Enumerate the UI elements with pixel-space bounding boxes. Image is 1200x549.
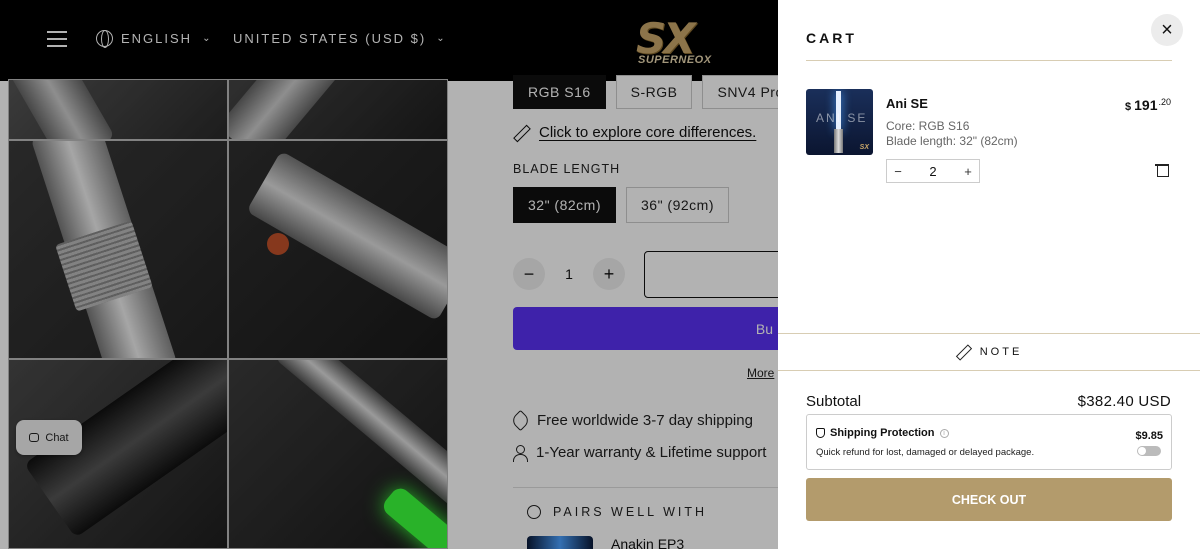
subtotal-value: $382.40 USD [1077,393,1171,410]
note-label: NOTE [979,346,1023,358]
price-whole: 191 [1134,97,1158,113]
cart-drawer: CART × ANI SE SX Ani SE Core: RGB S16 Bl… [778,0,1200,549]
info-icon[interactable]: i [939,428,949,438]
thumb-text: ANI SE [816,111,868,125]
trash-icon[interactable] [1155,162,1169,177]
cart-item-price: $ 191 .20 [1125,97,1171,113]
checkout-label: CHECK OUT [951,492,1027,507]
page-overlay[interactable] [0,0,778,549]
checkout-button[interactable]: CHECK OUT [806,478,1172,521]
close-cart-button[interactable]: × [1151,14,1183,46]
shield-icon [816,428,825,438]
cart-qty-plus-button[interactable]: + [957,164,979,179]
note-divider-top [778,333,1200,334]
shipping-protection-desc: Quick refund for lost, damaged or delaye… [816,447,1035,458]
cart-item-name[interactable]: Ani SE [886,96,928,111]
price-cents: .20 [1158,97,1171,107]
add-note-button[interactable]: NOTE [778,341,1200,363]
cart-qty-minus-button[interactable]: − [887,164,909,179]
shipping-protection-box: Shipping Protection i Quick refund for l… [806,414,1172,470]
cart-item-core: Core: RGB S16 [886,119,970,133]
shipping-protection-label: Shipping Protection [830,427,935,439]
pencil-icon [956,345,970,359]
price-currency: $ [1125,101,1132,113]
cart-qty-value[interactable]: 2 [909,164,957,179]
cart-item-image[interactable]: ANI SE SX [806,89,873,155]
cart-divider [806,60,1172,61]
cart-item-blade: Blade length: 32" (82cm) [886,134,1018,148]
close-icon: × [1161,18,1173,41]
subtotal-label: Subtotal [806,393,862,410]
cart-title: CART [806,30,857,46]
shipping-protection-toggle[interactable] [1137,446,1161,456]
shipping-protection-title: Shipping Protection i [816,427,949,439]
note-divider-bottom [778,370,1200,371]
cart-item-quantity-stepper: − 2 + [886,159,980,183]
shipping-protection-price: $9.85 [1135,430,1163,442]
thumb-logo: SX [859,144,869,151]
